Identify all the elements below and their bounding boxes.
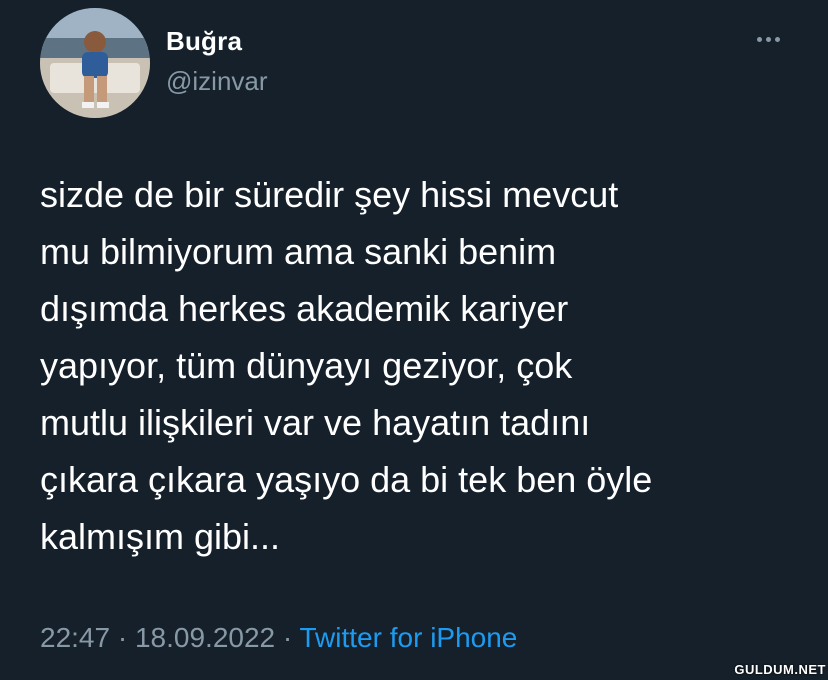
avatar[interactable]: [40, 8, 150, 118]
more-horizontal-icon[interactable]: [750, 24, 786, 54]
meta-separator: ·: [117, 622, 128, 653]
tweet-text-line: yapıyor, tüm dünyayı geziyor, çok: [40, 345, 573, 386]
dot: [756, 36, 762, 42]
tweet-time[interactable]: 22:47: [40, 622, 110, 653]
tweet-text: sizde de bir süredir şey hissi mevcut mu…: [40, 166, 810, 565]
tweet-text-line: kalmışım gibi...: [40, 516, 281, 557]
tweet-text-line: sizde de bir süredir şey hissi mevcut: [40, 174, 619, 215]
dot: [765, 36, 771, 42]
tweet-text-line: mutlu ilişkileri var ve hayatın tadını: [40, 402, 591, 443]
dot: [774, 36, 780, 42]
tweet-text-line: dışımda herkes akademik kariyer: [40, 288, 569, 329]
user-handle[interactable]: @izinvar: [166, 66, 268, 97]
tweet-meta: 22:47 · 18.09.2022 · Twitter for iPhone: [40, 622, 517, 654]
tweet-source-link[interactable]: Twitter for iPhone: [300, 622, 518, 653]
tweet-date[interactable]: 18.09.2022: [135, 622, 275, 653]
tweet-card: Buğra @izinvar sizde de bir süredir şey …: [0, 0, 828, 680]
watermark: GULDUM.NET: [734, 662, 826, 677]
display-name[interactable]: Buğra: [166, 26, 242, 57]
tweet-text-line: çıkara çıkara yaşıyo da bi tek ben öyle: [40, 459, 653, 500]
tweet-text-line: mu bilmiyorum ama sanki benim: [40, 231, 557, 272]
meta-separator: ·: [282, 622, 293, 653]
